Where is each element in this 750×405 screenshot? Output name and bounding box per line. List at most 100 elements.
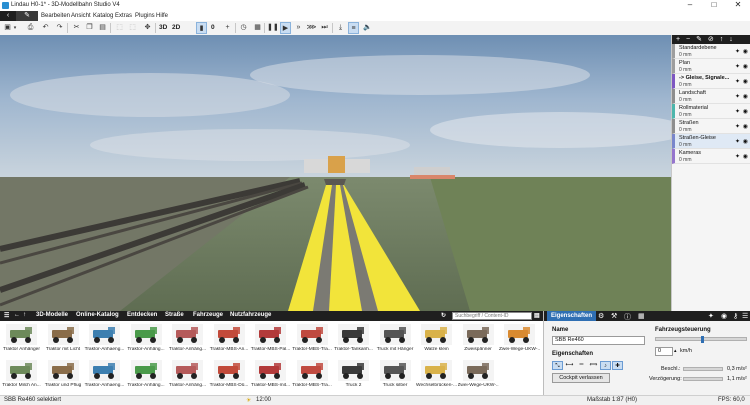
menu-ansicht[interactable]: Ansicht [71, 13, 91, 19]
undo-icon[interactable]: ↶ [40, 22, 51, 34]
catalog-item[interactable]: Traktor-Anhäng... [126, 322, 167, 356]
catalog-item[interactable]: Traktor-Anhäng... [167, 358, 208, 392]
sound-property-icon[interactable]: ♪ [600, 361, 611, 370]
cockpit-verlassen-button[interactable]: Cockpit verlassen [552, 373, 610, 383]
pin-icon[interactable]: ✦ [735, 63, 740, 70]
catalog-item[interactable]: Walze klein [416, 322, 457, 356]
catalog-item[interactable]: Traktor-Tankanh... [333, 322, 374, 356]
visibility-eye-icon[interactable]: ◉ [743, 153, 748, 160]
pin-icon[interactable]: ✦ [735, 138, 740, 145]
track-icon[interactable]: ⟷ [564, 361, 575, 370]
move-down-icon[interactable]: ↓ [729, 36, 733, 43]
lock-layer-icon[interactable]: ⊘ [708, 36, 714, 43]
menu-katalog[interactable]: Katalog [93, 13, 113, 19]
accel-slider[interactable] [683, 367, 723, 371]
decel-slider[interactable] [683, 377, 723, 381]
catalog-item[interactable]: Traktor Milch An... [1, 358, 42, 392]
visibility-eye-icon[interactable]: ◉ [743, 63, 748, 70]
catalog-item[interactable]: Zweispänner [458, 322, 499, 356]
layer-row[interactable]: Standardebene 0 mm ✦ ◉ [672, 44, 750, 59]
menu-hilfe[interactable]: Hilfe [156, 13, 168, 19]
catalog-item[interactable]: Traktor-Anhaeng... [84, 358, 125, 392]
play-icon[interactable]: ▶ [280, 22, 291, 34]
skip-end-icon[interactable]: ⏭ [319, 22, 330, 34]
catalog-item[interactable]: Truck 2 [333, 358, 374, 392]
layer-row[interactable]: Straßen 0 mm ✦ ◉ [672, 119, 750, 134]
catalog-item[interactable]: Zwei-Wege-UKW-... [458, 358, 499, 392]
layer-row[interactable]: Kameras 0 mm ✦ ◉ [672, 149, 750, 164]
catalog-item[interactable]: Traktor-Anhäng... [126, 358, 167, 392]
back-arrow-icon[interactable]: ‹ [0, 11, 16, 21]
layers-toggle-icon[interactable]: ≡ [348, 22, 359, 34]
2d-view-button[interactable]: 2D [172, 22, 180, 34]
faster-forward-icon[interactable]: ⋙ [306, 22, 317, 34]
speed-field[interactable]: 0 [655, 347, 673, 356]
layer-row[interactable]: Plan 0 mm ✦ ◉ [672, 59, 750, 74]
visibility-eye-icon[interactable]: ◉ [743, 138, 748, 145]
breadcrumb-entdecken[interactable]: Entdecken [127, 312, 157, 318]
layer-row[interactable]: Landschaft 0 mm ✦ ◉ [672, 89, 750, 104]
catalog-item[interactable]: Traktor-MBS-Tra... [292, 322, 333, 356]
filter-icon[interactable]: ▤ [534, 312, 540, 319]
speed-slider-handle[interactable] [701, 336, 704, 343]
menu-extras[interactable]: Extras [115, 13, 132, 19]
move-icon[interactable]: ✥ [142, 22, 153, 34]
visibility-eye-icon[interactable]: ◉ [743, 48, 748, 55]
breadcrumb-fahrzeuge[interactable]: Fahrzeuge [193, 312, 223, 318]
catalog-item[interactable]: Traktor-Anhäng... [167, 322, 208, 356]
pin-icon[interactable]: ✦ [708, 312, 714, 320]
settings-icon[interactable]: ⚙ [598, 312, 604, 320]
close-button[interactable]: ✕ [726, 0, 750, 11]
catalog-item[interactable]: Traktor-MBS-An... [209, 322, 250, 356]
fast-forward-icon[interactable]: » [293, 22, 304, 34]
catalog-search-input[interactable]: Suchbegriff / Content-ID [452, 312, 532, 320]
tab-eigenschaften[interactable]: Eigenschaften [547, 311, 597, 321]
visibility-eye-icon[interactable]: ◉ [743, 93, 748, 100]
pause-icon[interactable]: ❚❚ [267, 22, 279, 34]
catalog-item[interactable]: Traktor-MBS-Tra... [292, 358, 333, 392]
grid-icon[interactable]: ▦ [638, 312, 645, 320]
edit-layer-icon[interactable]: ✎ [696, 36, 702, 43]
clock-icon[interactable]: ◷ [238, 22, 249, 34]
refresh-icon[interactable]: ↻ [441, 312, 446, 319]
breadcrumb-nutzfahrzeuge[interactable]: Nutzfahrzeuge [230, 312, 271, 318]
pin-icon[interactable]: ✦ [735, 93, 740, 100]
visibility-eye-icon[interactable]: ◉ [743, 108, 748, 115]
add-icon[interactable]: + [222, 22, 233, 34]
group-icon[interactable]: ⬚ [114, 22, 125, 34]
visibility-eye-icon[interactable]: ◉ [743, 78, 748, 85]
menu-bearbeiten[interactable]: Bearbeiten [41, 13, 70, 19]
catalog-item[interactable]: Wechselbrücken-... [416, 358, 457, 392]
layer-row[interactable]: Straßen-Gleise 0 mm ✦ ◉ [672, 134, 750, 149]
catalog-item[interactable]: Truck silber [375, 358, 416, 392]
rail-icon[interactable]: ═ [576, 361, 587, 370]
paste-icon[interactable]: ▤ [97, 22, 108, 34]
zero-button[interactable]: 0 [211, 22, 215, 34]
redo-icon[interactable]: ↷ [54, 22, 65, 34]
calendar-icon[interactable]: ▦ [252, 22, 263, 34]
add-layer-icon[interactable]: + [676, 36, 680, 43]
catalog-item[interactable]: Truck mit Hänger [375, 322, 416, 356]
breadcrumb-strasse[interactable]: Straße [165, 312, 184, 318]
pin-icon[interactable]: ✦ [735, 48, 740, 55]
3d-view-button[interactable]: 3D [159, 22, 167, 34]
menu-icon[interactable]: ☰ [742, 312, 748, 320]
save-dropdown-icon[interactable]: ▾ [12, 22, 18, 34]
couple-icon[interactable]: ⟺ [588, 361, 599, 370]
catalog-item[interactable]: Traktor mit Licht [43, 322, 84, 356]
light-icon[interactable]: ✚ [612, 361, 623, 370]
catalog-item[interactable]: Traktor-MBS-Dü... [209, 358, 250, 392]
key-icon[interactable]: ⚷ [733, 312, 738, 320]
menu-plugins[interactable]: Plugins [135, 13, 155, 19]
info-icon[interactable]: ⓘ [624, 312, 631, 322]
layer-row[interactable]: Rollmaterial 0 mm ✦ ◉ [672, 104, 750, 119]
catalog-up-icon[interactable]: ☰ [4, 312, 9, 319]
download-icon[interactable]: ⤓ [335, 22, 346, 34]
sound-icon[interactable]: 🔈 [362, 22, 373, 34]
pin-icon[interactable]: ✦ [735, 108, 740, 115]
remove-layer-icon[interactable]: − [686, 36, 690, 43]
speed-spinner-icon[interactable]: ▴ [674, 348, 677, 354]
catalog-item[interactable]: Zwei-Wege-UKW-... [499, 322, 540, 356]
layer-row[interactable]: -> Gleise, Signale... 0 mm ✦ ◉ [672, 74, 750, 89]
print-icon[interactable]: ⎙ [25, 22, 36, 34]
